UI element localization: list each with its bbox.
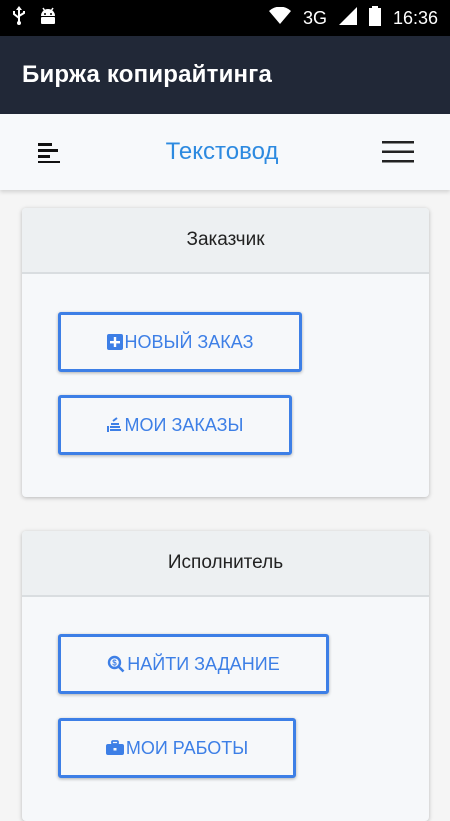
find-task-label: НАЙТИ ЗАДАНИЕ xyxy=(127,653,280,674)
customer-card: Заказчик НОВЫЙ ЗАКАЗ МОИ ЗАКАЗЫ xyxy=(22,208,429,497)
usb-icon xyxy=(12,5,26,31)
performer-card-header: Исполнитель xyxy=(22,531,429,597)
android-icon xyxy=(38,6,58,31)
my-works-button[interactable]: МОИ РАБОТЫ xyxy=(58,718,296,778)
status-bar: 3G 16:36 xyxy=(0,0,450,36)
wifi-icon xyxy=(268,6,291,30)
app-bar: Биржа копирайтинга xyxy=(0,36,450,114)
new-order-button[interactable]: НОВЫЙ ЗАКАЗ xyxy=(58,312,302,372)
orders-stack-icon xyxy=(106,417,123,433)
customer-card-title: Заказчик xyxy=(186,229,265,250)
performer-card-title: Исполнитель xyxy=(167,552,284,573)
my-works-label: МОИ РАБОТЫ xyxy=(125,737,249,758)
align-left-icon[interactable] xyxy=(36,141,62,163)
signal-icon xyxy=(338,6,357,30)
new-order-label: НОВЫЙ ЗАКАЗ xyxy=(124,331,254,352)
search-dollar-icon: $ xyxy=(107,655,125,673)
performer-card: Исполнитель $ НАЙТИ ЗАДАНИЕ МОИ РАБОТЫ xyxy=(22,531,429,821)
network-type: 3G xyxy=(302,7,327,28)
app-title: Биржа копирайтинга xyxy=(22,61,272,88)
svg-text:$: $ xyxy=(113,659,118,668)
my-orders-label: МОИ ЗАКАЗЫ xyxy=(124,414,244,435)
customer-card-header: Заказчик xyxy=(22,208,429,274)
site-navbar: Текстовод xyxy=(0,114,450,190)
hamburger-menu-icon[interactable] xyxy=(382,140,414,164)
clock: 16:36 xyxy=(392,7,438,28)
my-orders-button[interactable]: МОИ ЗАКАЗЫ xyxy=(58,395,292,455)
battery-icon xyxy=(368,5,381,31)
plus-square-icon xyxy=(106,334,123,350)
brand-link[interactable]: Текстовод xyxy=(166,138,279,166)
briefcase-icon xyxy=(105,740,124,756)
find-task-button[interactable]: $ НАЙТИ ЗАДАНИЕ xyxy=(58,634,329,694)
